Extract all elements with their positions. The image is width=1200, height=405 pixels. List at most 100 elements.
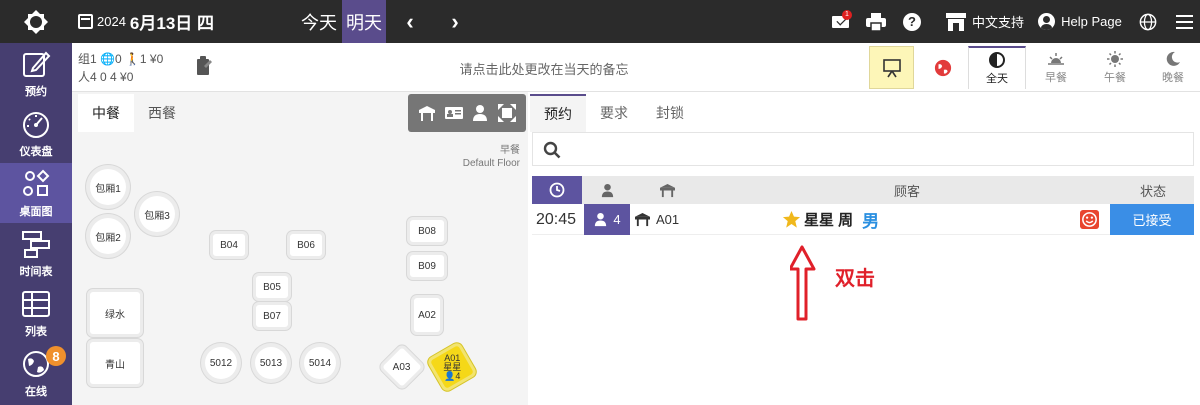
gauge-icon xyxy=(23,112,49,138)
mail-badge: 1 xyxy=(842,10,852,20)
sidebar-item-list[interactable]: 列表 xyxy=(0,283,72,343)
language-button[interactable] xyxy=(1136,0,1160,43)
reservation-guest: 星星 周 男 xyxy=(782,204,932,235)
reservation-time: 20:45 xyxy=(536,210,577,228)
table-icon xyxy=(635,212,650,227)
guest-name: 星星 周 xyxy=(804,212,854,229)
reservation-people-count: 4 xyxy=(613,212,621,227)
sidebar-item-reservation[interactable]: 预约 xyxy=(0,43,72,103)
meal-tab-dinner[interactable]: 晚餐 xyxy=(1144,46,1200,89)
sidebar-item-floor-plan[interactable]: 桌面图 xyxy=(0,163,72,223)
meal-label: 早餐 xyxy=(1045,71,1067,84)
print-button[interactable] xyxy=(864,0,888,43)
floor-label-meal: 早餐 xyxy=(500,145,520,156)
person-icon[interactable] xyxy=(471,104,489,122)
table-5013[interactable]: 5013 xyxy=(255,347,287,379)
table-b05[interactable]: B05 xyxy=(256,276,288,298)
globe-icon xyxy=(934,59,951,76)
table-icon xyxy=(22,291,50,317)
daily-memo[interactable]: 请点击此处更改在当天的备忘 xyxy=(230,46,858,90)
floor-toolbar xyxy=(408,94,526,132)
tab-blocked[interactable]: 封锁 xyxy=(642,94,698,132)
sidebar-item-timeline[interactable]: 时间表 xyxy=(0,223,72,283)
presentation-board-icon xyxy=(882,58,901,77)
help-page-label: Help Page xyxy=(1061,14,1122,29)
prev-day-button[interactable]: ‹ xyxy=(395,0,425,43)
floor-label: 早餐 Default Floor xyxy=(463,144,520,170)
column-guest-header[interactable]: 顾客 xyxy=(702,176,1112,204)
reservation-status-button[interactable]: 已接受 xyxy=(1110,204,1194,235)
table-qingshan[interactable]: 青山 xyxy=(90,342,140,384)
stats-row-people: 人4 0 4 ¥0 xyxy=(78,70,134,84)
hamburger-icon xyxy=(1175,14,1193,29)
column-table-header[interactable] xyxy=(632,176,702,204)
menu-button[interactable] xyxy=(1172,0,1196,43)
stats-row-groups: 组1 🌐0 🚶1 ¥0 xyxy=(78,52,164,66)
reservation-row[interactable]: 20:45 4 A01 星星 周 男 已接受 xyxy=(532,204,1194,235)
messages-button[interactable]: 1 xyxy=(826,0,854,43)
column-time-header[interactable] xyxy=(532,176,582,204)
table-b07[interactable]: B07 xyxy=(256,305,288,327)
today-button[interactable]: 今天 xyxy=(296,0,342,43)
table-5012[interactable]: 5012 xyxy=(205,347,237,379)
help-page-link[interactable]: Help Page xyxy=(1037,0,1123,43)
person-icon xyxy=(601,183,613,197)
chinese-support-label: 中文支持 xyxy=(971,15,1024,30)
table-a01-content: A01 星星 👤4 xyxy=(443,353,461,381)
app-logo[interactable] xyxy=(0,0,72,43)
column-status-header[interactable]: 状态 xyxy=(1112,176,1194,204)
tab-requests[interactable]: 要求 xyxy=(586,94,642,132)
table-a01-selected[interactable]: A01 星星 👤4 xyxy=(430,345,474,389)
table-mode-icon[interactable] xyxy=(418,104,436,122)
sidebar: 预约 仪表盘 桌面图 时间表 列表 在线 8 xyxy=(0,43,72,405)
table-private-room-3[interactable]: 包厢3 xyxy=(139,196,175,232)
online-filter-button[interactable] xyxy=(920,46,965,89)
half-circle-icon xyxy=(989,51,1005,68)
date-picker[interactable]: 2024 6月13日 四 xyxy=(78,0,214,43)
table-lvshui[interactable]: 绿水 xyxy=(90,292,140,334)
floor-plan-panel: 中餐 西餐 早餐 Default Floor 包厢1 包厢2 包厢3 B04 B… xyxy=(72,92,528,405)
shapes-icon xyxy=(23,169,50,196)
sidebar-label: 预约 xyxy=(25,86,47,98)
search-input[interactable] xyxy=(573,137,1173,161)
annotation-double-click-text: 双击 xyxy=(835,268,875,290)
table-5014[interactable]: 5014 xyxy=(304,347,336,379)
tab-reservations[interactable]: 预约 xyxy=(530,94,586,132)
floor-tabs: 中餐 西餐 xyxy=(78,94,190,132)
table-b06[interactable]: B06 xyxy=(290,234,322,256)
sidebar-item-dashboard[interactable]: 仪表盘 xyxy=(0,103,72,163)
column-people-header[interactable] xyxy=(582,176,632,204)
person-icon xyxy=(595,212,607,227)
star-icon xyxy=(782,210,801,228)
calendar-icon xyxy=(78,14,93,29)
table-a02[interactable]: A02 xyxy=(414,298,440,332)
meal-tab-breakfast[interactable]: 早餐 xyxy=(1027,46,1085,89)
table-b04[interactable]: B04 xyxy=(213,234,245,256)
sidebar-item-online[interactable]: 在线 8 xyxy=(0,343,72,403)
table-b09[interactable]: B09 xyxy=(410,255,444,277)
help-button[interactable]: ? xyxy=(900,0,924,43)
note-icon[interactable] xyxy=(196,56,212,76)
sidebar-label: 列表 xyxy=(25,326,47,338)
meal-tab-lunch[interactable]: 午餐 xyxy=(1086,46,1144,89)
floor-tab-western[interactable]: 西餐 xyxy=(134,94,190,132)
expand-icon[interactable] xyxy=(497,104,516,122)
next-day-button[interactable]: › xyxy=(440,0,470,43)
table-b08[interactable]: B08 xyxy=(410,220,444,242)
table-private-room-1[interactable]: 包厢1 xyxy=(90,169,126,205)
floor-label-name: Default Floor xyxy=(462,158,520,169)
logo-icon xyxy=(24,9,48,34)
floor-tab-chinese[interactable]: 中餐 xyxy=(78,94,134,132)
presentation-button[interactable] xyxy=(869,46,914,89)
chinese-support-link[interactable]: 中文支持 xyxy=(940,0,1030,43)
table-private-room-2[interactable]: 包厢2 xyxy=(90,218,126,254)
sun-icon xyxy=(1107,50,1123,67)
clock-icon xyxy=(549,182,565,198)
tomorrow-button[interactable]: 明天 xyxy=(342,0,386,43)
daily-stats: 组1 🌐0 🚶1 ¥0 人4 0 4 ¥0 xyxy=(72,46,192,90)
table-a03[interactable]: A03 xyxy=(382,347,422,387)
meal-label: 午餐 xyxy=(1104,71,1126,84)
id-card-icon[interactable] xyxy=(444,104,463,122)
meal-tab-all-day[interactable]: 全天 xyxy=(968,46,1026,89)
chevron-right-icon: › xyxy=(451,8,459,34)
